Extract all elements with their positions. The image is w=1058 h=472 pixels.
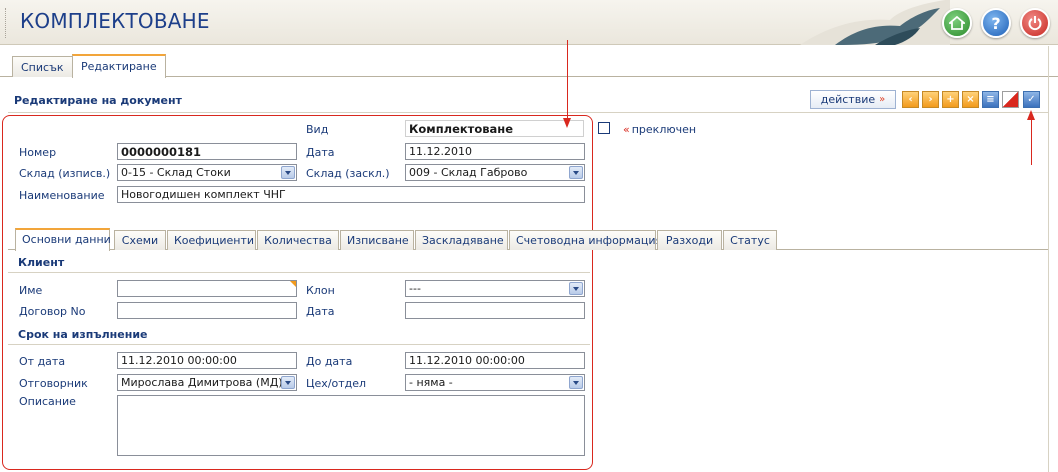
double-arrow-icon: » — [879, 94, 886, 105]
switched-link[interactable]: «преключен — [623, 123, 696, 136]
check-icon: ✓ — [1027, 94, 1036, 105]
tab-accounting[interactable]: Счетоводна информация — [509, 230, 662, 250]
help-button[interactable]: ? — [981, 8, 1011, 38]
chevron-down-icon — [281, 166, 295, 179]
description-label: Описание — [19, 395, 76, 408]
contract-date-label: Дата — [306, 305, 335, 318]
klon-label: Клон — [306, 284, 335, 297]
chevron-down-icon — [569, 166, 583, 179]
sklad-izpisv-value: 0-15 - Склад Стоки — [121, 166, 231, 179]
header-bird-logo — [800, 0, 950, 45]
next-icon: › — [928, 94, 933, 105]
department-label: Цех/отдел — [306, 377, 367, 390]
page-title: КОМПЛЕКТОВАНЕ — [20, 9, 210, 33]
home-button[interactable] — [942, 8, 972, 38]
ime-label: Име — [19, 284, 43, 297]
nomer-field[interactable]: 0000000181 — [117, 143, 297, 160]
annotation-arrow-down-icon — [563, 118, 571, 128]
responsible-select[interactable]: Мирослава Димитрова (МД) — [117, 374, 297, 391]
sklad-zaskl-label: Склад (заскл.) — [306, 167, 390, 180]
next-button[interactable]: › — [922, 91, 939, 108]
prev-button[interactable]: ‹ — [902, 91, 919, 108]
date-field[interactable]: 11.12.2010 — [405, 143, 585, 160]
sklad-izpisv-select[interactable]: 0-15 - Склад Стоки — [117, 164, 297, 181]
top-tabs: Списък Редактиране — [0, 46, 1058, 78]
to-date-field[interactable]: 11.12.2010 00:00:00 — [405, 352, 585, 369]
home-icon — [949, 16, 965, 30]
delete-button[interactable]: × — [962, 91, 979, 108]
action-label: действие — [820, 93, 876, 106]
help-icon: ? — [991, 13, 1001, 33]
tab-expenses[interactable]: Разходи — [657, 230, 722, 250]
client-section-title: Клиент — [18, 256, 65, 269]
tab-main-data[interactable]: Основни данни — [15, 228, 111, 251]
contract-field[interactable] — [117, 302, 297, 319]
save-button[interactable]: ✓ — [1023, 91, 1040, 108]
client-name-field[interactable] — [117, 280, 297, 297]
chevron-down-icon — [281, 376, 295, 389]
delete-icon: × — [966, 94, 975, 105]
sklad-izpisv-label: Склад (изписв.) — [19, 167, 111, 180]
description-textarea[interactable] — [117, 395, 585, 456]
lookup-marker-icon — [290, 281, 296, 287]
panel-title: Редактиране на документ — [14, 94, 182, 107]
add-button[interactable]: + — [942, 91, 959, 108]
to-date-label: До дата — [306, 355, 353, 368]
sklad-zaskl-select[interactable]: 009 - Склад Габрово — [405, 164, 585, 181]
nomer-label: Номер — [19, 146, 57, 159]
tab-schemes[interactable]: Схеми — [114, 230, 166, 250]
naim-field[interactable]: Новогодишен комплект ЧНГ — [117, 186, 585, 203]
switched-label: преключен — [631, 123, 697, 136]
sklad-zaskl-value: 009 - Склад Габрово — [409, 166, 528, 179]
branch-select[interactable]: --- — [405, 280, 585, 297]
panel-divider — [8, 112, 1048, 113]
app-header: КОМПЛЕКТОВАНЕ ? — [0, 0, 1058, 45]
data-label: Дата — [306, 146, 335, 159]
naim-label: Наименование — [19, 189, 105, 202]
tab-stocking[interactable]: Заскладяване — [415, 230, 508, 250]
tab-coefficients[interactable]: Коефициенти — [167, 230, 256, 250]
dogovor-label: Договор No — [19, 305, 86, 318]
add-icon: + — [946, 94, 955, 105]
power-icon — [1028, 16, 1042, 31]
from-date-label: От дата — [19, 355, 66, 368]
tab-status[interactable]: Статус — [723, 230, 777, 250]
tab-edit[interactable]: Редактиране — [72, 54, 166, 78]
from-date-field[interactable]: 11.12.2010 00:00:00 — [117, 352, 297, 369]
annotation-arrow-line — [567, 40, 568, 123]
contract-date-field[interactable] — [405, 302, 585, 319]
print-button[interactable]: ≡ — [982, 91, 999, 108]
print-icon: ≡ — [986, 94, 995, 105]
vid-label: Вид — [306, 123, 329, 136]
department-value: - няма - — [409, 376, 453, 389]
tab-write-off[interactable]: Изписване — [340, 230, 414, 250]
annotation-arrow-line — [1031, 118, 1032, 165]
responsible-label: Отговорник — [19, 377, 88, 390]
annotation-arrow-up-icon — [1027, 110, 1035, 120]
inner-tabs: Основни данни Схеми Коефициенти Количест… — [8, 228, 1048, 251]
chevron-down-icon — [569, 376, 583, 389]
department-select[interactable]: - няма - — [405, 374, 585, 391]
header-grip — [5, 8, 7, 38]
switched-prefix: « — [623, 123, 630, 136]
chevron-down-icon — [569, 282, 583, 295]
logout-button[interactable] — [1020, 8, 1050, 38]
client-section-divider — [8, 272, 590, 273]
tab-list[interactable]: Списък — [12, 56, 73, 77]
vid-field: Комплектоване — [405, 120, 584, 137]
switched-checkbox[interactable] — [598, 122, 610, 134]
branch-value: --- — [409, 282, 421, 295]
tab-quantities[interactable]: Количества — [257, 230, 339, 250]
prev-icon: ‹ — [908, 94, 913, 105]
term-section-title: Срок на изпълнение — [18, 328, 148, 341]
term-section-divider — [8, 344, 590, 345]
flag-button[interactable] — [1002, 91, 1019, 108]
panel-border — [1048, 46, 1049, 472]
action-button[interactable]: действие » — [810, 90, 896, 109]
responsible-value: Мирослава Димитрова (МД) — [121, 376, 283, 389]
